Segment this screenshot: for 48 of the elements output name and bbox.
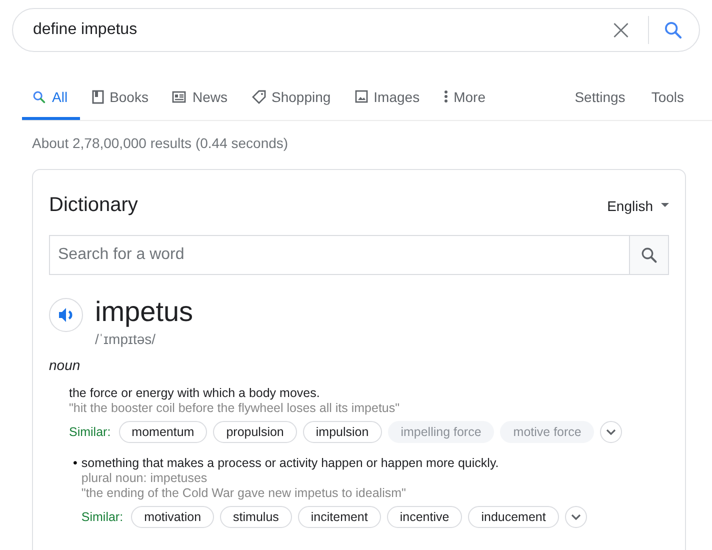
synonym-chip[interactable]: incentive [386,506,462,528]
synonym-chip[interactable]: motivation [131,506,214,528]
search-icon [640,246,658,264]
pronounce-button[interactable] [49,298,83,332]
card-title: Dictionary [49,194,138,217]
more-icon [444,90,448,103]
definition-text: the force or energy with which a body moves. [69,386,321,400]
tab[interactable]: Books [80,76,160,120]
toolbar-link[interactable]: Settings [574,76,626,120]
result-stats: About 2,78,00,000 results (0.44 seconds) [32,135,290,151]
synonym-chip[interactable]: impulsion [302,421,382,443]
newspaper-icon [172,90,186,102]
bullet: • [73,456,78,472]
similar-label: Similar: [81,510,124,524]
synonym-chip[interactable]: propulsion [213,421,297,443]
toolbar-link[interactable]: Tools [651,76,684,120]
chevron-icon [606,429,616,435]
expand-button[interactable] [600,421,622,443]
tab[interactable]: Images [342,76,432,120]
caret-icon [661,203,669,208]
search-query[interactable]: define impetus [33,21,608,39]
tag-icon [252,90,266,104]
speaker-icon [58,307,74,323]
plural-form: plural noun: impetuses [81,471,208,485]
tab[interactable]: News [160,76,240,120]
search-icon [32,90,46,104]
synonym-chip[interactable]: incitement [298,506,381,528]
example-sentence: "hit the booster coil before the flywheel loses all its impetus" [69,401,401,415]
expand-button[interactable] [564,506,587,528]
example-sentence: "the ending of the Cold War gave new impetus to idealism" [81,486,407,500]
clear-button[interactable]: × [608,17,634,43]
search-icon[interactable] [663,20,683,40]
synonym-chip[interactable]: inducement [468,506,559,528]
synonym-chip[interactable]: stimulus [220,506,292,528]
similar-label: Similar: [69,425,111,439]
definition-text: something that makes a process or activity happen or happen more quickly. [81,456,500,470]
tab[interactable]: Shopping [240,76,343,120]
synonym-chip[interactable]: momentum [118,421,208,443]
image-icon [354,90,368,103]
headword: impetus [95,295,194,329]
chevron-icon [570,514,581,520]
book-icon [92,90,104,104]
search-button[interactable] [629,235,669,275]
word-search-field[interactable]: Search for a word [49,235,629,275]
phonetic-text: /ˈɪmpɪtəs/ [95,331,157,347]
tab[interactable]: More [432,76,498,120]
language-dropdown[interactable]: English [607,198,669,214]
part-of-speech: noun [49,357,82,373]
